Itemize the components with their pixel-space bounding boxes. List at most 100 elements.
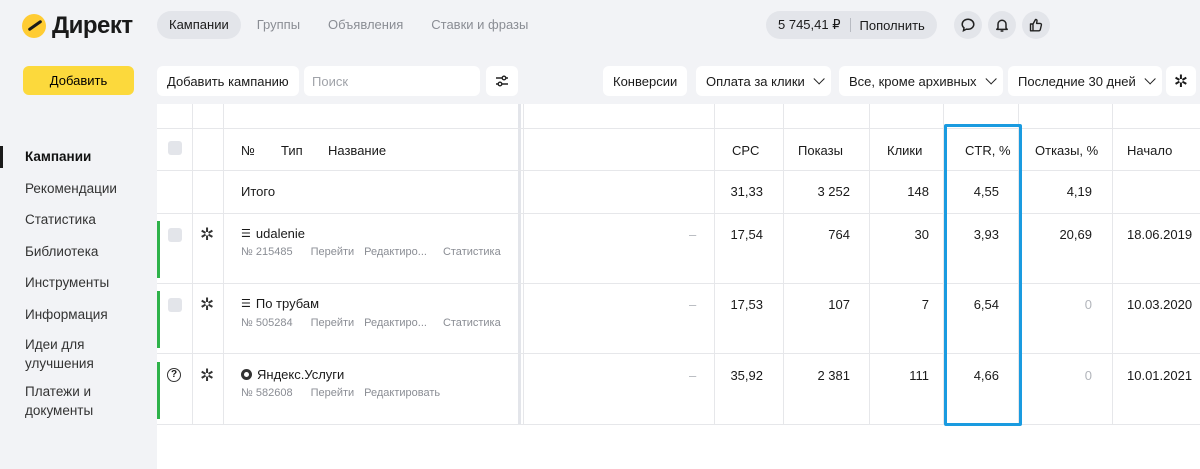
sliders-icon [496,75,508,87]
statistics-link[interactable]: Статистика [443,317,501,329]
empty-value: – [689,227,697,242]
header-cpc[interactable]: CPC [732,143,759,158]
total-label: Итого [241,184,276,199]
top-navigation: Кампании Группы Объявления Ставки и фраз… [157,11,540,39]
filter-settings-button[interactable] [486,66,518,96]
campaign-name: Яндекс.Услуги [257,367,345,382]
row-divider [157,213,1200,214]
payment-type-dropdown[interactable]: Оплата за клики [696,66,831,96]
header-name[interactable]: Название [328,143,386,158]
sidebar-item-payments[interactable]: Платежи и документы [0,377,120,424]
sidebar-item-tools[interactable]: Инструменты [0,267,150,299]
header-ctr[interactable]: CTR, % [965,143,1011,158]
header-type[interactable]: Тип [281,143,303,158]
tab-campaigns[interactable]: Кампании [157,11,241,39]
help-icon[interactable]: ? [167,368,181,382]
logo[interactable]: Директ [22,12,133,40]
chat-icon [961,18,975,32]
sidebar-item-statistics[interactable]: Статистика [0,204,150,236]
header-start[interactable]: Начало [1127,143,1172,158]
period-label: Последние 30 дней [1018,73,1136,89]
tab-groups[interactable]: Группы [245,11,312,39]
divider [849,18,851,32]
row-checkbox[interactable] [168,298,182,312]
search-input[interactable] [304,66,480,96]
statistics-link[interactable]: Статистика [443,246,501,258]
column-divider [192,104,193,424]
tab-ads[interactable]: Объявления [316,11,415,39]
add-button[interactable]: Добавить [23,66,134,95]
go-link[interactable]: Перейти [311,317,355,329]
total-shows: 3 252 [817,184,850,199]
column-divider [714,104,715,424]
settings-button[interactable]: ✲ [1166,66,1196,96]
campaign-links: № 582608 Перейти Редактировать [241,387,450,399]
sidebar-item-library[interactable]: Библиотека [0,236,150,268]
header-number[interactable]: № [241,143,255,158]
row-checkbox[interactable] [168,228,182,242]
column-divider [1018,104,1019,424]
row-divider [157,353,1200,354]
tab-bids-phrases[interactable]: Ставки и фразы [419,11,540,39]
sidebar-item-ideas[interactable]: Идеи для улучшения [0,330,120,377]
bell-icon [996,19,1008,32]
campaign-links: № 215485 Перейти Редактиро... Статистика [241,246,511,258]
edit-link[interactable]: Редактировать [364,387,440,399]
row-divider [157,170,1200,171]
sidebar-navigation: Кампании Рекомендации Статистика Библиот… [0,141,150,424]
services-campaign-icon [241,369,252,380]
header-shows[interactable]: Показы [798,143,843,158]
campaign-title[interactable]: ☰ udalenie [241,226,305,241]
feedback-button[interactable] [1022,11,1050,39]
sidebar-item-information[interactable]: Информация [0,299,150,331]
total-ctr: 4,55 [973,184,999,199]
row-cpc: 17,53 [730,297,763,312]
chevron-down-icon [985,73,997,85]
row-start-date: 10.01.2021 [1127,368,1193,383]
row-bounce: 0 [1084,368,1092,383]
column-divider [1112,104,1113,424]
edit-link[interactable]: Редактиро... [364,246,427,258]
topup-button[interactable]: Пополнить [860,18,925,33]
chat-button[interactable] [954,11,982,39]
go-link[interactable]: Перейти [311,387,355,399]
empty-value: – [689,368,697,383]
row-shows: 2 381 [817,368,850,383]
campaigns-table: № Тип Название CPC Показы Клики CTR, % О… [157,104,1200,469]
row-divider [157,424,1200,425]
select-all-checkbox[interactable] [168,141,182,155]
campaign-title[interactable]: Яндекс.Услуги [241,367,344,382]
sidebar-item-campaigns[interactable]: Кампании [0,141,150,173]
notifications-button[interactable] [988,11,1016,39]
row-clicks: 7 [921,297,929,312]
go-link[interactable]: Перейти [311,246,355,258]
total-cpc: 31,33 [730,184,763,199]
empty-value: – [689,297,697,312]
add-campaign-button[interactable]: Добавить кампанию [157,66,299,96]
campaign-name: udalenie [255,226,306,241]
gear-icon[interactable]: ✲ [200,226,214,243]
header-bounce[interactable]: Отказы, % [1035,143,1098,158]
sidebar-item-recommendations[interactable]: Рекомендации [0,173,150,205]
campaign-status-indicator [157,291,160,348]
campaign-id: № 582608 [241,387,293,399]
gear-icon[interactable]: ✲ [200,367,214,384]
header-clicks[interactable]: Клики [887,143,922,158]
column-divider [523,104,524,424]
row-cpc: 35,92 [730,368,763,383]
status-filter-dropdown[interactable]: Все, кроме архивных [839,66,1003,96]
gear-icon[interactable]: ✲ [200,296,214,313]
column-divider [869,104,870,424]
conversions-button[interactable]: Конверсии [603,66,688,96]
edit-link[interactable]: Редактиро... [364,317,427,329]
column-resize-handle[interactable] [518,104,521,424]
campaign-title[interactable]: ☰ По трубам [241,296,319,311]
campaign-name: По трубам [255,296,320,311]
row-bounce: 0 [1084,297,1092,312]
row-start-date: 10.03.2020 [1127,297,1193,312]
campaign-links: № 505284 Перейти Редактиро... Статистика [241,317,511,329]
period-dropdown[interactable]: Последние 30 дней [1008,66,1162,96]
row-ctr: 6,54 [973,297,999,312]
row-shows: 107 [828,297,850,312]
campaign-id: № 215485 [241,246,293,258]
